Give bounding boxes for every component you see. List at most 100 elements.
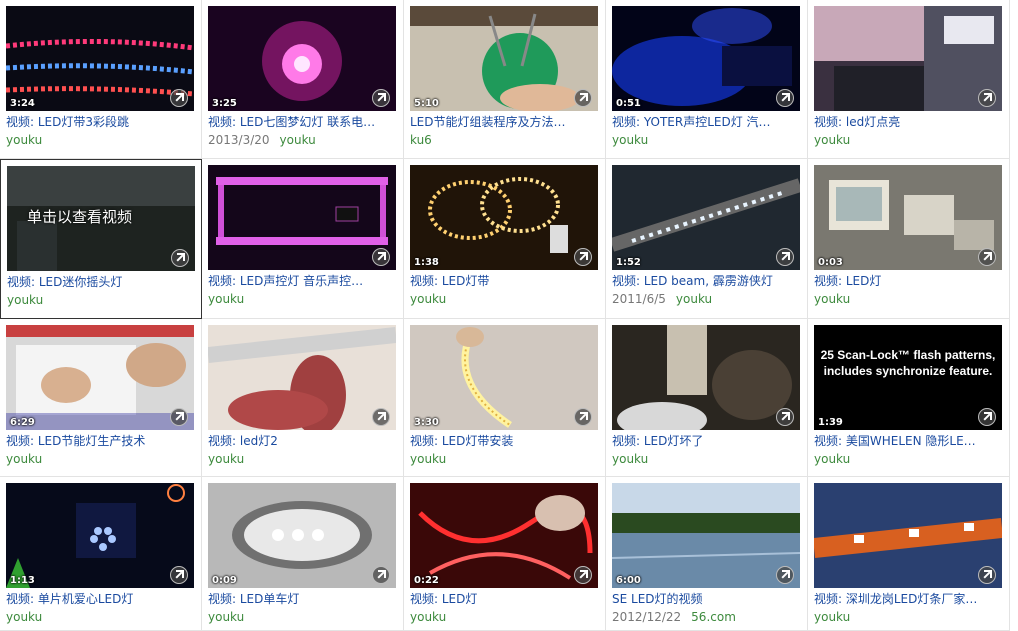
video-result-card[interactable]: 3:25 视频: LED七图梦幻灯 联系电… 2013/3/20 youku bbox=[202, 0, 404, 159]
video-title-link[interactable]: 视频: LED声控灯 音乐声控… bbox=[208, 273, 398, 289]
video-thumbnail[interactable]: 6:00 bbox=[612, 483, 800, 588]
open-video-icon[interactable] bbox=[171, 249, 189, 267]
open-video-icon[interactable] bbox=[978, 408, 996, 426]
video-thumbnail[interactable]: 单击以查看视频 bbox=[7, 166, 195, 271]
video-title-link[interactable]: 视频: YOTER声控LED灯 汽… bbox=[612, 114, 802, 130]
video-result-card[interactable]: 25 Scan-Lock™ flash patterns, includes s… bbox=[808, 319, 1010, 477]
open-video-icon[interactable] bbox=[776, 566, 794, 584]
open-video-icon[interactable] bbox=[776, 248, 794, 266]
video-results-grid: 3:24 视频: LED灯带3彩段跳 youku 3:25 视频: LED七图梦… bbox=[0, 0, 1018, 631]
video-source: youku bbox=[208, 452, 245, 466]
video-title-link[interactable]: 视频: LED灯 bbox=[814, 273, 1004, 289]
video-thumbnail[interactable]: 0:03 bbox=[814, 165, 1002, 270]
video-result-card[interactable]: 视频: LED灯坏了 youku bbox=[606, 319, 808, 477]
video-title-link[interactable]: SE LED灯的视频 bbox=[612, 591, 802, 607]
open-video-icon[interactable] bbox=[170, 566, 188, 584]
video-date: 2011/6/5 bbox=[612, 292, 666, 306]
video-thumbnail[interactable]: 1:52 bbox=[612, 165, 800, 270]
open-video-icon[interactable] bbox=[978, 566, 996, 584]
video-result-card[interactable]: 6:00 SE LED灯的视频 2012/12/22 56.com bbox=[606, 477, 808, 631]
video-thumbnail[interactable]: 3:25 bbox=[208, 6, 396, 111]
video-thumbnail[interactable] bbox=[208, 325, 396, 430]
video-title-link[interactable]: 视频: LED灯带3彩段跳 bbox=[6, 114, 196, 130]
open-video-icon[interactable] bbox=[978, 89, 996, 107]
video-thumbnail[interactable]: 6:29 bbox=[6, 325, 194, 430]
video-thumbnail[interactable]: 25 Scan-Lock™ flash patterns, includes s… bbox=[814, 325, 1002, 430]
video-result-card[interactable]: 0:03 视频: LED灯 youku bbox=[808, 159, 1010, 319]
video-result-card[interactable]: 视频: led灯2 youku bbox=[202, 319, 404, 477]
video-source: youku bbox=[814, 610, 851, 624]
video-thumbnail[interactable]: 5:10 bbox=[410, 6, 598, 111]
video-title-link[interactable]: 视频: LED单车灯 bbox=[208, 591, 398, 607]
video-result-card[interactable]: 视频: LED声控灯 音乐声控… youku bbox=[202, 159, 404, 319]
video-title-link[interactable]: 视频: LED灯带 bbox=[410, 273, 600, 289]
video-result-card[interactable]: 0:51 视频: YOTER声控LED灯 汽… youku bbox=[606, 0, 808, 159]
video-title-link[interactable]: 视频: LED节能灯生产技术 bbox=[6, 433, 196, 449]
video-thumbnail[interactable] bbox=[208, 165, 396, 270]
video-duration: 3:24 bbox=[10, 98, 35, 109]
video-result-card[interactable]: 3:30 视频: LED灯带安装 youku bbox=[404, 319, 606, 477]
video-title-link[interactable]: 视频: 单片机爱心LED灯 bbox=[6, 591, 196, 607]
video-title-link[interactable]: 视频: LED灯坏了 bbox=[612, 433, 802, 449]
open-video-icon[interactable] bbox=[372, 248, 390, 266]
video-title-link[interactable]: 视频: LED beam, 霹雳游侠灯 bbox=[612, 273, 802, 289]
video-result-card[interactable]: 视频: led灯点亮 youku bbox=[808, 0, 1010, 159]
video-result-card[interactable]: 5:10 LED节能灯组装程序及方法… ku6 bbox=[404, 0, 606, 159]
video-thumbnail[interactable]: 1:38 bbox=[410, 165, 598, 270]
video-meta: youku bbox=[6, 132, 201, 148]
video-title-link[interactable]: 视频: led灯点亮 bbox=[814, 114, 1004, 130]
video-thumbnail[interactable]: 0:09 bbox=[208, 483, 396, 588]
video-source: youku bbox=[6, 133, 43, 147]
video-result-card[interactable]: 1:52 视频: LED beam, 霹雳游侠灯 2011/6/5 youku bbox=[606, 159, 808, 319]
open-video-icon[interactable] bbox=[776, 89, 794, 107]
open-video-icon[interactable] bbox=[372, 408, 390, 426]
video-title-link[interactable]: 视频: LED灯 bbox=[410, 591, 600, 607]
video-meta: 2012/12/22 56.com bbox=[612, 609, 807, 625]
video-source: youku bbox=[410, 292, 447, 306]
grid-edge bbox=[1010, 0, 1018, 159]
video-title-link[interactable]: LED节能灯组装程序及方法… bbox=[410, 114, 600, 130]
video-thumbnail[interactable]: 1:13 bbox=[6, 483, 194, 588]
open-video-icon[interactable] bbox=[978, 248, 996, 266]
video-meta: youku bbox=[6, 451, 201, 467]
open-video-icon[interactable] bbox=[776, 408, 794, 426]
video-result-card[interactable]: 6:29 视频: LED节能灯生产技术 youku bbox=[0, 319, 202, 477]
video-title-link[interactable]: 视频: LED灯带安装 bbox=[410, 433, 600, 449]
video-thumbnail[interactable]: 0:22 bbox=[410, 483, 598, 588]
open-video-icon[interactable] bbox=[170, 408, 188, 426]
video-title-link[interactable]: 视频: LED迷你摇头灯 bbox=[7, 274, 197, 290]
video-meta: youku bbox=[208, 291, 403, 307]
video-meta: youku bbox=[814, 132, 1009, 148]
video-result-card[interactable]: 0:22 视频: LED灯 youku bbox=[404, 477, 606, 631]
open-video-icon[interactable] bbox=[574, 89, 592, 107]
open-video-icon[interactable] bbox=[574, 408, 592, 426]
video-meta: youku bbox=[410, 291, 605, 307]
video-source: youku bbox=[814, 292, 851, 306]
open-video-icon[interactable] bbox=[372, 566, 390, 584]
video-thumbnail[interactable]: 0:51 bbox=[612, 6, 800, 111]
video-source: youku bbox=[6, 452, 43, 466]
open-video-icon[interactable] bbox=[170, 89, 188, 107]
video-result-card-selected[interactable]: 单击以查看视频 视频: LED迷你摇头灯 youku bbox=[0, 159, 202, 319]
video-meta: youku bbox=[814, 609, 1009, 625]
open-video-icon[interactable] bbox=[372, 89, 390, 107]
video-thumbnail[interactable] bbox=[612, 325, 800, 430]
video-thumbnail[interactable]: 3:24 bbox=[6, 6, 194, 111]
video-title-link[interactable]: 视频: led灯2 bbox=[208, 433, 398, 449]
video-result-card[interactable]: 1:38 视频: LED灯带 youku bbox=[404, 159, 606, 319]
open-video-icon[interactable] bbox=[574, 248, 592, 266]
thumbnail-overlay-text: 单击以查看视频 bbox=[27, 208, 133, 226]
video-title-link[interactable]: 视频: LED七图梦幻灯 联系电… bbox=[208, 114, 398, 130]
open-video-icon[interactable] bbox=[574, 566, 592, 584]
video-result-card[interactable]: 视频: 深圳龙岗LED灯条厂家… youku bbox=[808, 477, 1010, 631]
video-thumbnail[interactable] bbox=[814, 6, 1002, 111]
video-thumbnail[interactable]: 3:30 bbox=[410, 325, 598, 430]
video-title-link[interactable]: 视频: 深圳龙岗LED灯条厂家… bbox=[814, 591, 1004, 607]
video-meta: youku bbox=[612, 132, 807, 148]
video-result-card[interactable]: 3:24 视频: LED灯带3彩段跳 youku bbox=[0, 0, 202, 159]
video-result-card[interactable]: 1:13 视频: 单片机爱心LED灯 youku bbox=[0, 477, 202, 631]
video-title-link[interactable]: 视频: 美国WHELEN 隐形LE… bbox=[814, 433, 1004, 449]
video-thumbnail[interactable] bbox=[814, 483, 1002, 588]
video-meta: youku bbox=[208, 609, 403, 625]
video-result-card[interactable]: 0:09 视频: LED单车灯 youku bbox=[202, 477, 404, 631]
